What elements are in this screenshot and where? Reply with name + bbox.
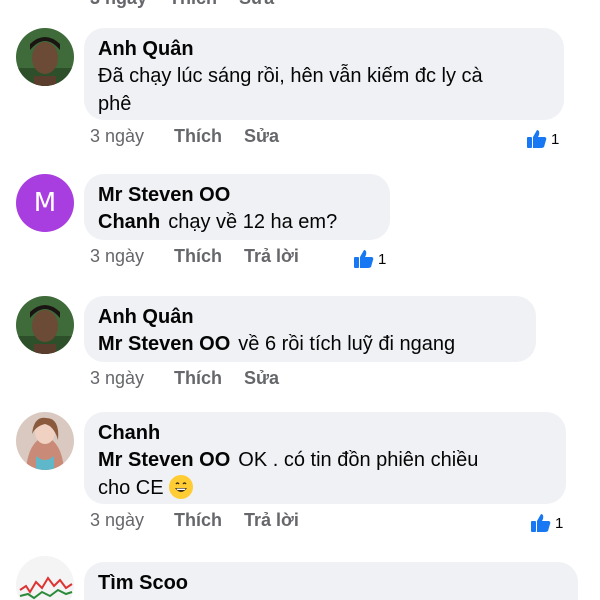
comment-time: 3 ngày: [90, 510, 145, 530]
like-link[interactable]: Thích: [174, 368, 222, 389]
mention-tag[interactable]: Chanh: [98, 211, 160, 233]
mention-tag[interactable]: Mr Steven OO: [98, 449, 230, 471]
comment-time: 3 ngày: [90, 368, 145, 388]
user-photo-icon: [16, 28, 74, 86]
comment-author[interactable]: Mr Steven OO: [98, 182, 376, 208]
comment-bubble: Mr Steven OO Chanh chạy về 12 ha em?: [84, 174, 390, 240]
comment-actions: 3 ngày Thích Trả lời: [90, 510, 321, 531]
comment-bubble: Tìm Scoo: [84, 562, 578, 600]
avatar[interactable]: [16, 296, 74, 354]
comment-bubble: Anh Quân Mr Steven OO về 6 rồi tích luỹ đ…: [84, 296, 536, 362]
comment-actions: 3 ngày Thích Sửa: [90, 126, 301, 147]
comment-bubble: Chanh Mr Steven OO OK . có tin đồn phiên …: [84, 412, 566, 504]
like-link[interactable]: Thích: [174, 510, 222, 531]
comment-bubble: Anh Quân Đã chạy lúc sáng rồi, hên vẫn k…: [84, 28, 564, 120]
thumbs-up-icon: [354, 250, 374, 268]
comment-actions: 3 ngày Thích Trả lời: [90, 246, 321, 267]
reply-link[interactable]: Trả lời: [244, 510, 299, 531]
like-count: 1: [378, 250, 387, 268]
like-count-badge[interactable]: 1: [526, 129, 559, 149]
comment-actions: 3 ngày Thích Sửa: [90, 368, 301, 389]
comment-author[interactable]: Anh Quân: [98, 304, 522, 330]
comment-time: 3 ngày: [90, 0, 147, 8]
like-count: 1: [551, 130, 560, 148]
comment-text: Mr Steven OO OK . có tin đồn phiên chiều: [98, 446, 552, 474]
comment-author[interactable]: Anh Quân: [98, 36, 550, 62]
like-link[interactable]: Thích: [169, 0, 217, 8]
avatar-letter: M: [33, 188, 57, 218]
comment-body: chạy về 12 ha em?: [168, 211, 338, 233]
comment-text: Đã chạy lúc sáng rồi, hên vẫn kiếm đc ly…: [98, 65, 483, 87]
chart-avatar-icon: [16, 556, 74, 600]
comment-thread: 3 ngày Thích Sửa Anh Quân Đã chạy lúc sá…: [0, 0, 600, 600]
comment-text: Chanh chạy về 12 ha em?: [98, 208, 376, 236]
comment-body: cho CE: [98, 477, 164, 499]
edit-link[interactable]: Sửa: [244, 368, 279, 389]
avatar[interactable]: [16, 28, 74, 86]
like-count-badge[interactable]: 1: [353, 249, 386, 269]
like-count: 1: [555, 514, 564, 532]
edit-link[interactable]: Sửa: [244, 126, 279, 147]
avatar[interactable]: [16, 556, 74, 600]
comment-text: Mr Steven OO về 6 rồi tích luỹ đi ngang: [98, 330, 522, 358]
comment-time: 3 ngày: [90, 126, 145, 146]
like-link[interactable]: Thích: [174, 126, 222, 147]
user-photo-icon: [16, 296, 74, 354]
user-photo-icon: [16, 412, 74, 470]
mention-tag[interactable]: Mr Steven OO: [98, 333, 230, 355]
comment-author[interactable]: Tìm Scoo: [98, 570, 564, 596]
edit-link[interactable]: Sửa: [239, 0, 274, 8]
clipped-comment-actions: 3 ngày Thích Sửa: [90, 0, 274, 8]
comment-text: phê: [98, 93, 132, 115]
comment-time: 3 ngày: [90, 246, 145, 266]
like-count-badge[interactable]: 1: [530, 513, 563, 533]
comment-text: cho CE: [98, 474, 552, 502]
avatar[interactable]: M: [16, 174, 74, 232]
reply-link[interactable]: Trả lời: [244, 246, 299, 267]
comment-body: về 6 rồi tích luỹ đi ngang: [238, 333, 456, 355]
avatar[interactable]: [16, 412, 74, 470]
thumbs-up-icon: [531, 514, 551, 532]
like-link[interactable]: Thích: [174, 246, 222, 267]
comment-body: OK . có tin đồn phiên chiều: [238, 449, 479, 471]
thumbs-up-icon: [527, 130, 547, 148]
grinning-face-icon: [169, 475, 194, 499]
comment-author[interactable]: Chanh: [98, 420, 552, 446]
